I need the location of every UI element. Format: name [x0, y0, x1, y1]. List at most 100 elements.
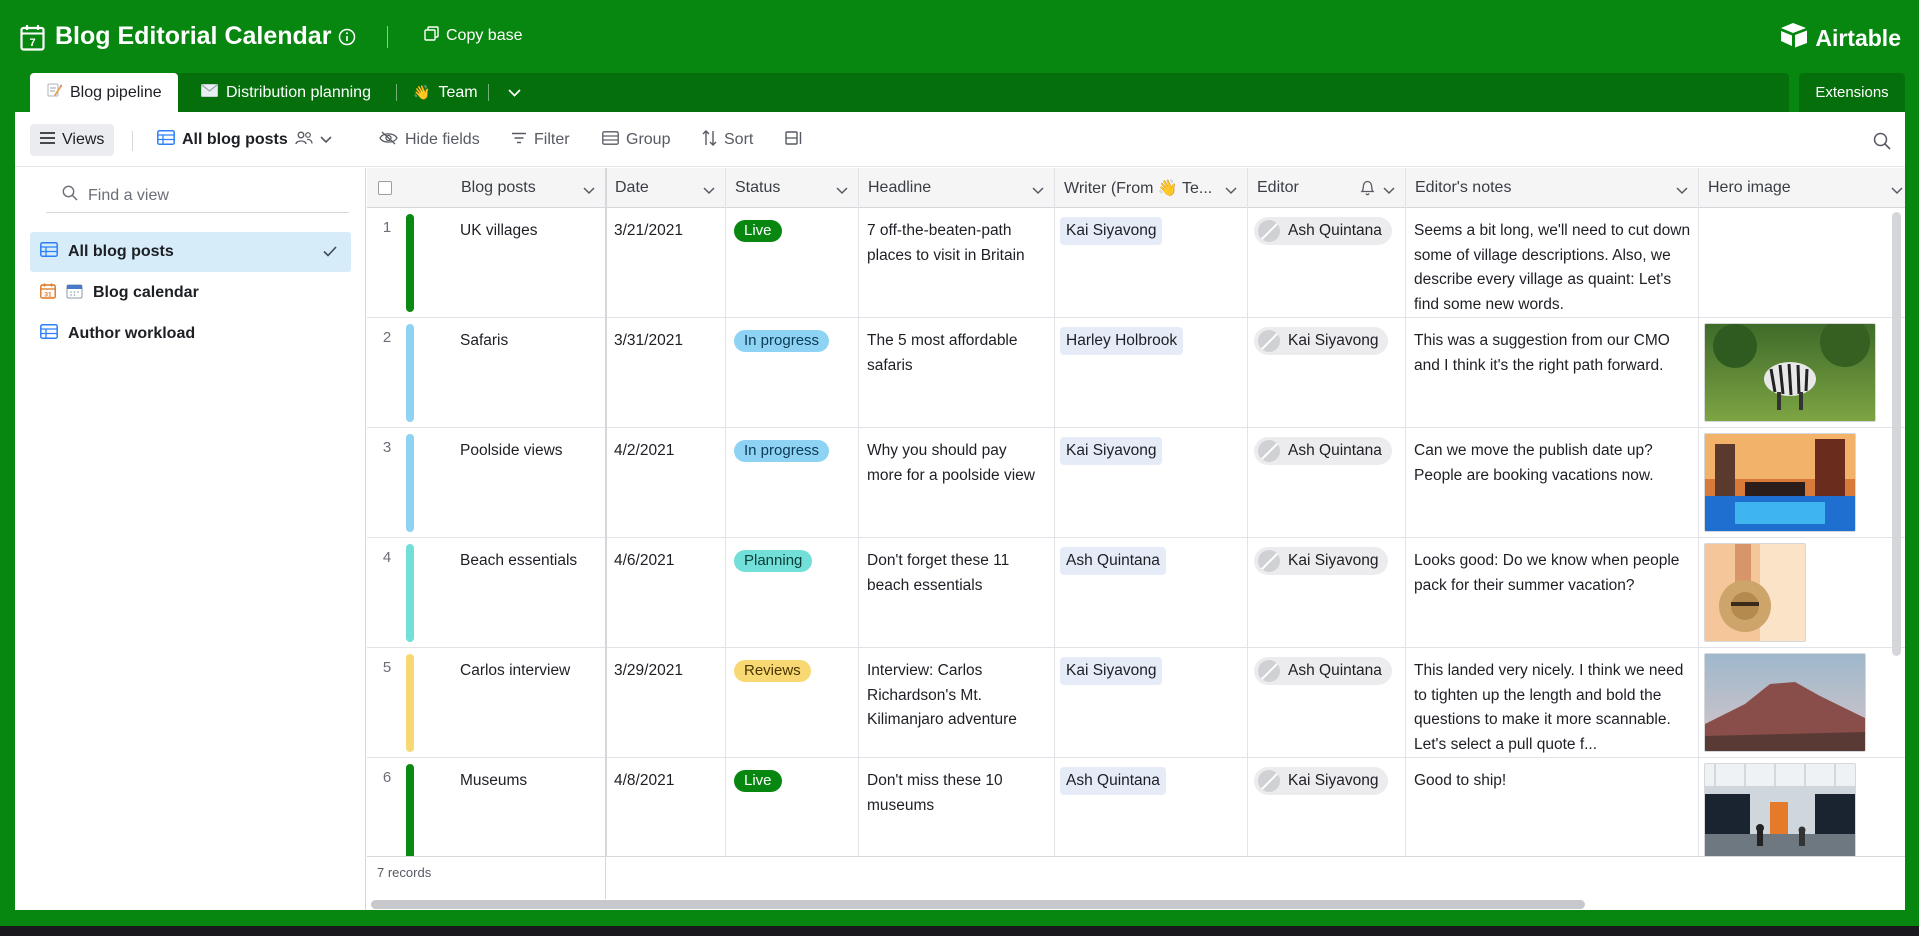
row-number[interactable]: 1	[367, 208, 407, 318]
tab-blog-pipeline[interactable]: Blog pipeline	[30, 73, 178, 112]
cell-editor[interactable]: Ash Quintana	[1248, 428, 1406, 538]
select-all-cell[interactable]	[367, 168, 452, 208]
views-toggle-button[interactable]: Views	[30, 124, 115, 156]
cell-date[interactable]: 3/29/2021	[606, 648, 726, 758]
row-number[interactable]: 6	[367, 758, 407, 868]
cell-writer[interactable]: Kai Siyavong	[1055, 648, 1248, 758]
user-chip[interactable]: Kai Siyavong	[1254, 547, 1389, 575]
cell-blog-post[interactable]: Beach essentials	[452, 538, 606, 648]
tab-distribution-planning[interactable]: Distribution planning	[201, 73, 371, 112]
cell-status[interactable]: Planning	[726, 538, 859, 648]
cell-date[interactable]: 4/2/2021	[606, 428, 726, 538]
user-chip[interactable]: Ash Quintana	[1254, 437, 1392, 465]
cell-hero-image[interactable]	[1699, 538, 1905, 648]
hero-image-thumbnail[interactable]	[1704, 433, 1856, 532]
table-row[interactable]: 2 Safaris 3/31/2021 In progress The 5 most a…	[367, 318, 1905, 428]
row-number[interactable]: 2	[367, 318, 407, 428]
sidebar-view-all-blog-posts[interactable]: All blog posts	[30, 232, 351, 272]
copy-base-button[interactable]: Copy base	[424, 26, 523, 46]
view-switcher[interactable]: All blog posts	[157, 124, 332, 156]
column-header-headline[interactable]: Headline	[859, 168, 1055, 208]
sort-button[interactable]: Sort	[702, 124, 753, 156]
hero-image-thumbnail[interactable]	[1704, 323, 1876, 422]
user-chip[interactable]: Ash Quintana	[1254, 217, 1392, 245]
sidebar-view-author-workload[interactable]: Author workload	[30, 314, 351, 354]
row-number[interactable]: 5	[367, 648, 407, 758]
cell-editors-notes[interactable]: This was a suggestion from our CMO and I…	[1406, 318, 1699, 428]
column-header-editor[interactable]: Editor	[1248, 168, 1406, 208]
cell-blog-post[interactable]: Museums	[452, 758, 606, 868]
linked-record-chip[interactable]: Ash Quintana	[1060, 767, 1166, 795]
row-height-button[interactable]	[785, 124, 803, 156]
group-button[interactable]: Group	[602, 124, 670, 156]
column-header-status[interactable]: Status	[726, 168, 859, 208]
find-view-input[interactable]: Find a view	[46, 179, 349, 213]
cell-headline[interactable]: Don't miss these 10 museums	[859, 758, 1055, 868]
info-icon[interactable]	[338, 28, 356, 46]
cell-headline[interactable]: Don't forget these 11 beach essentials	[859, 538, 1055, 648]
cell-hero-image[interactable]	[1699, 758, 1905, 868]
user-chip[interactable]: Ash Quintana	[1254, 657, 1392, 685]
linked-record-chip[interactable]: Ash Quintana	[1060, 547, 1166, 575]
table-row[interactable]: 3 Poolside views 4/2/2021 In progress Why yo…	[367, 428, 1905, 538]
cell-hero-image[interactable]	[1699, 318, 1905, 428]
cell-writer[interactable]: Ash Quintana	[1055, 538, 1248, 648]
column-header-writer[interactable]: Writer (From 👋 Te...	[1055, 168, 1248, 208]
row-number[interactable]: 3	[367, 428, 407, 538]
hero-image-thumbnail[interactable]	[1704, 543, 1806, 642]
hero-image-thumbnail[interactable]	[1704, 653, 1866, 752]
cell-status[interactable]: Reviews	[726, 648, 859, 758]
cell-date[interactable]: 3/21/2021	[606, 208, 726, 318]
cell-blog-post[interactable]: Safaris	[452, 318, 606, 428]
row-number[interactable]: 4	[367, 538, 407, 648]
linked-record-chip[interactable]: Kai Siyavong	[1060, 437, 1163, 465]
cell-blog-post[interactable]: Carlos interview	[452, 648, 606, 758]
airtable-logo[interactable]: Airtable	[1779, 22, 1901, 54]
table-row[interactable]: 6 Museums 4/8/2021 Live Don't miss these 10 …	[367, 758, 1905, 868]
column-header-hero-image[interactable]: Hero image	[1699, 168, 1905, 208]
extensions-button[interactable]: Extensions	[1799, 73, 1905, 112]
base-title[interactable]: Blog Editorial Calendar	[55, 22, 331, 51]
cell-status[interactable]: Live	[726, 758, 859, 868]
cell-date[interactable]: 4/6/2021	[606, 538, 726, 648]
cell-blog-post[interactable]: Poolside views	[452, 428, 606, 538]
cell-editors-notes[interactable]: This landed very nicely. I think we need…	[1406, 648, 1699, 758]
tab-team[interactable]: 👋 Team	[413, 73, 478, 112]
cell-status[interactable]: In progress	[726, 318, 859, 428]
cell-editors-notes[interactable]: Looks good: Do we know when people pack …	[1406, 538, 1699, 648]
cell-date[interactable]: 4/8/2021	[606, 758, 726, 868]
cell-headline[interactable]: Interview: Carlos Richardson's Mt. Kilim…	[859, 648, 1055, 758]
cell-writer[interactable]: Kai Siyavong	[1055, 208, 1248, 318]
cell-status[interactable]: Live	[726, 208, 859, 318]
cell-editors-notes[interactable]: Seems a bit long, we'll need to cut down…	[1406, 208, 1699, 318]
more-tables-dropdown[interactable]	[508, 73, 521, 112]
linked-record-chip[interactable]: Kai Siyavong	[1060, 657, 1163, 685]
cell-editor[interactable]: Ash Quintana	[1248, 648, 1406, 758]
user-chip[interactable]: Kai Siyavong	[1254, 767, 1389, 795]
table-row[interactable]: 4 Beach essentials 4/6/2021 Planning Don't f…	[367, 538, 1905, 648]
cell-editor[interactable]: Kai Siyavong	[1248, 318, 1406, 428]
table-row[interactable]: 5 Carlos interview 3/29/2021 Reviews Intervi…	[367, 648, 1905, 758]
column-header-editors-notes[interactable]: Editor's notes	[1406, 168, 1699, 208]
cell-editor[interactable]: Kai Siyavong	[1248, 758, 1406, 868]
column-header-blog-posts[interactable]: Blog posts	[452, 168, 606, 208]
cell-editor[interactable]: Ash Quintana	[1248, 208, 1406, 318]
filter-button[interactable]: Filter	[511, 124, 570, 156]
horizontal-scrollbar[interactable]	[371, 900, 1585, 909]
search-icon[interactable]	[1873, 132, 1891, 155]
column-header-date[interactable]: Date	[606, 168, 726, 208]
user-chip[interactable]: Kai Siyavong	[1254, 327, 1389, 355]
cell-date[interactable]: 3/31/2021	[606, 318, 726, 428]
cell-writer[interactable]: Kai Siyavong	[1055, 428, 1248, 538]
cell-editors-notes[interactable]: Good to ship!	[1406, 758, 1699, 868]
vertical-scrollbar[interactable]	[1892, 212, 1901, 656]
cell-headline[interactable]: Why you should pay more for a poolside v…	[859, 428, 1055, 538]
cell-editor[interactable]: Kai Siyavong	[1248, 538, 1406, 648]
sidebar-view-blog-calendar[interactable]: 31 Blog calendar	[30, 273, 351, 313]
cell-hero-image[interactable]	[1699, 208, 1905, 318]
linked-record-chip[interactable]: Kai Siyavong	[1060, 217, 1163, 245]
cell-headline[interactable]: 7 off-the-beaten-path places to visit in…	[859, 208, 1055, 318]
cell-blog-post[interactable]: UK villages	[452, 208, 606, 318]
select-all-checkbox[interactable]	[378, 181, 392, 195]
cell-writer[interactable]: Harley Holbrook	[1055, 318, 1248, 428]
